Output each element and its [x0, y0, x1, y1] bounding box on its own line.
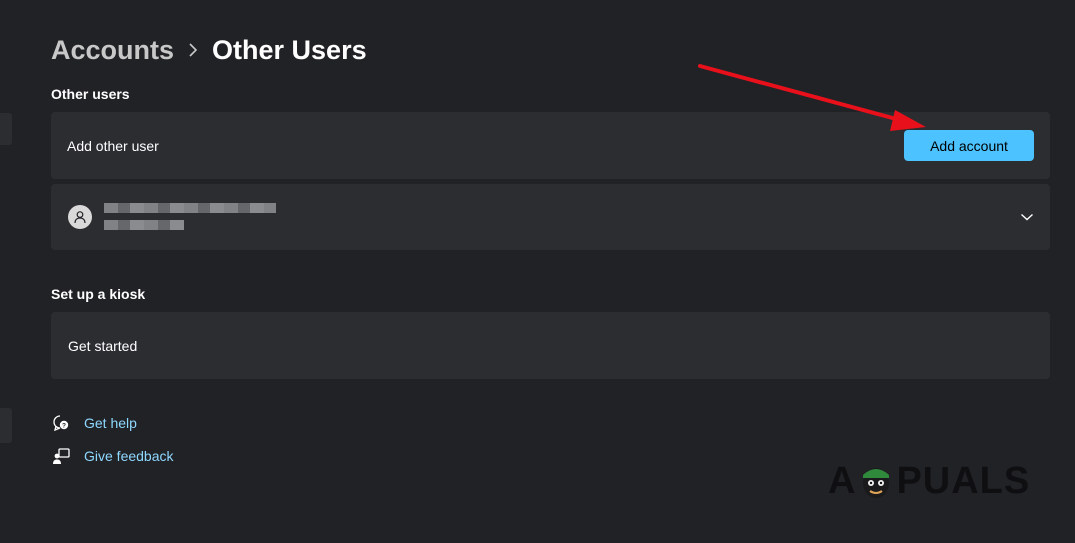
chevron-right-icon — [188, 43, 198, 57]
watermark-letter-a: A — [828, 459, 857, 502]
section-title-kiosk: Set up a kiosk — [51, 286, 146, 302]
nav-pane-edge — [0, 408, 12, 443]
watermark-mascot — [858, 461, 894, 501]
add-account-button[interactable]: Add account — [904, 130, 1034, 161]
watermark-letters: PUALS — [896, 459, 1031, 502]
person-icon — [68, 205, 92, 229]
get-help-text[interactable]: Get help — [84, 415, 137, 431]
breadcrumb-accounts[interactable]: Accounts — [51, 35, 174, 66]
give-feedback-text[interactable]: Give feedback — [84, 448, 174, 464]
help-chat-icon: ? — [51, 413, 71, 433]
give-feedback-link[interactable]: Give feedback — [51, 446, 174, 466]
add-other-user-label: Add other user — [67, 137, 159, 154]
kiosk-card[interactable]: Get started — [51, 312, 1050, 379]
redacted-user-email — [104, 219, 184, 230]
page-title: Other Users — [212, 34, 367, 65]
svg-text:?: ? — [62, 422, 66, 429]
user-account-row[interactable] — [51, 184, 1050, 250]
appuals-watermark: A PUALS — [828, 458, 1038, 504]
breadcrumb: Accounts Other Users — [51, 30, 367, 70]
get-started-label: Get started — [68, 337, 138, 354]
redacted-user-name — [104, 202, 276, 213]
feedback-icon — [51, 446, 71, 466]
nav-pane-edge — [0, 113, 12, 145]
get-help-link[interactable]: ? Get help — [51, 413, 137, 433]
add-other-user-card: Add other user Add account — [51, 112, 1050, 179]
section-title-other-users: Other users — [51, 86, 130, 102]
redacted-user-details — [104, 202, 276, 230]
chevron-down-icon[interactable] — [1020, 212, 1034, 222]
